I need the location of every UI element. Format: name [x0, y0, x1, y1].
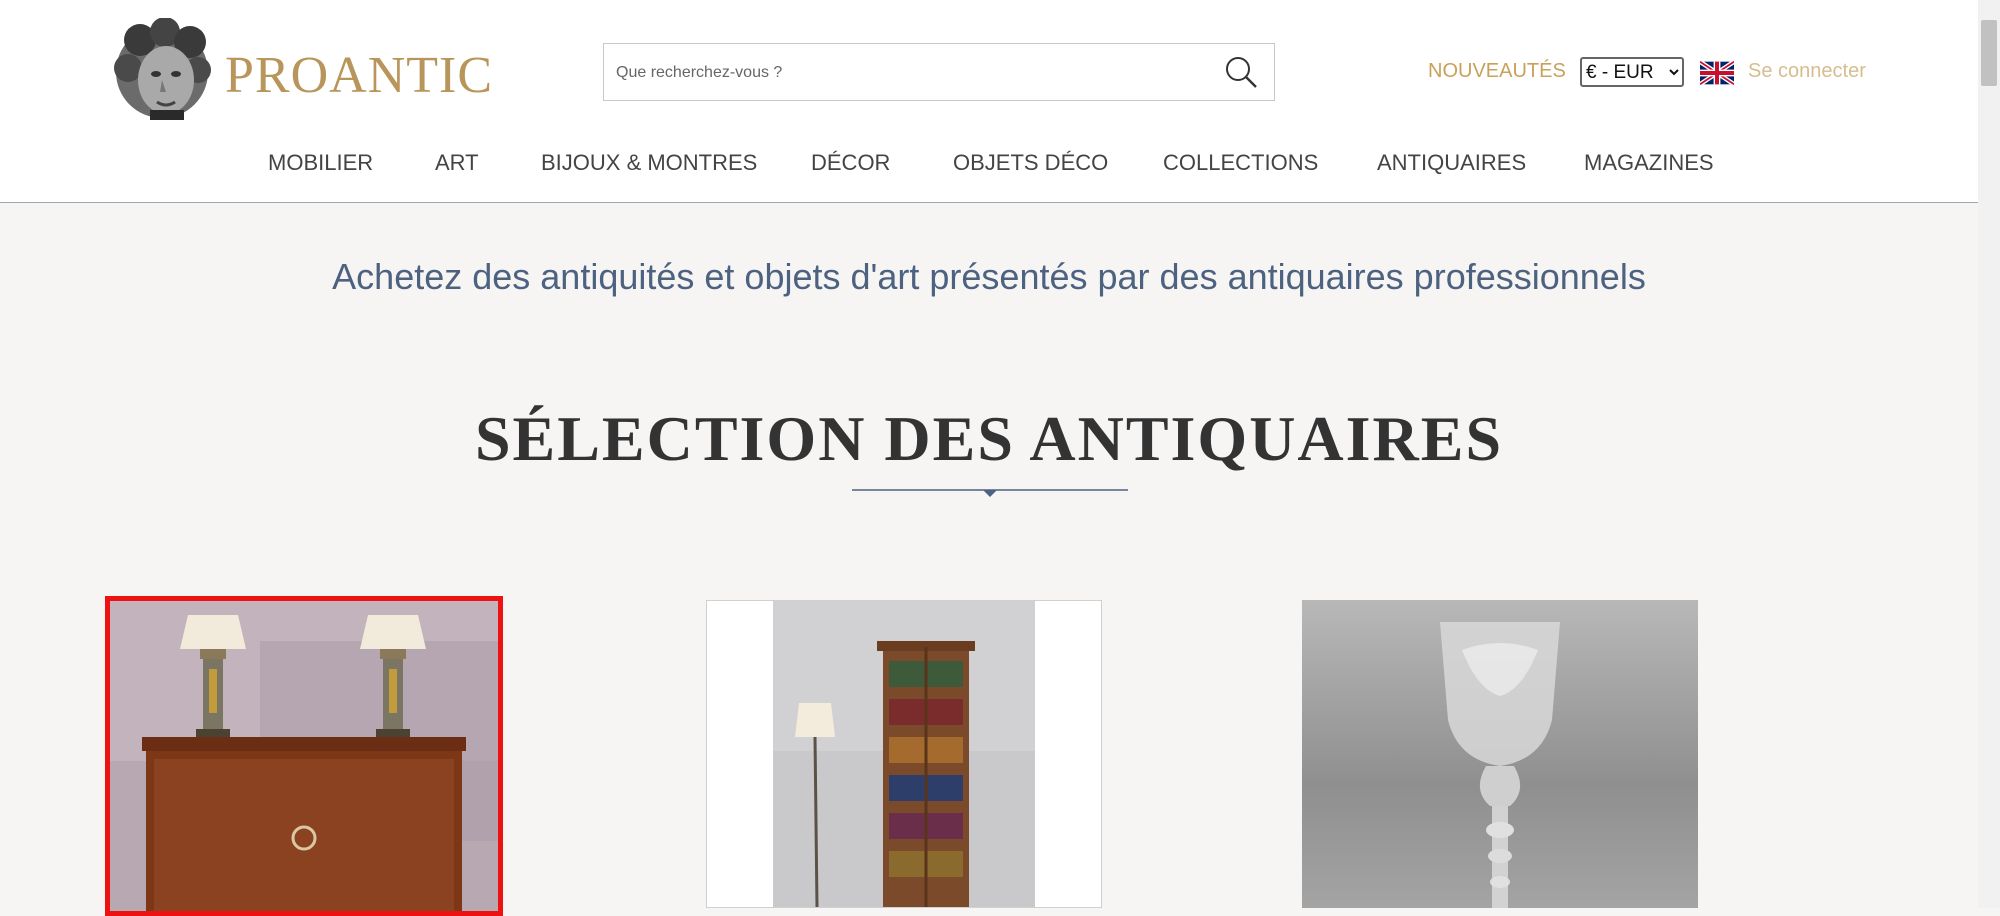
currency-select[interactable]: € - EUR [1580, 57, 1684, 87]
scrollbar-thumb[interactable] [1981, 20, 1997, 86]
commode-with-lamps-photo [110, 601, 498, 911]
title-divider [852, 489, 1128, 497]
nav-item-antiquaires[interactable]: ANTIQUAIRES [1377, 150, 1526, 176]
search-button[interactable] [1224, 55, 1258, 89]
nav-item-decor[interactable]: DÉCOR [811, 150, 890, 176]
site-header: PROANTIC NOUVEAUTÉS € - EUR Se connecter… [0, 0, 1978, 203]
nav-item-bijoux-montres[interactable]: BIJOUX & MONTRES [541, 150, 757, 176]
login-link[interactable]: Se connecter [1748, 60, 1866, 83]
brand-logo[interactable]: PROANTIC [110, 18, 492, 128]
page-scrollbar[interactable] [1978, 0, 2000, 908]
engraved-glass-goblet-photo [1302, 600, 1698, 908]
search-icon [1226, 57, 1257, 88]
cherub-head-logo-icon [114, 18, 211, 120]
search-bar [603, 43, 1275, 101]
product-card-goblet[interactable] [1302, 600, 1698, 908]
uk-flag-icon [1698, 59, 1736, 87]
product-card-commode[interactable] [105, 596, 503, 916]
revolving-bookcase-photo [707, 601, 1101, 907]
nav-item-art[interactable]: ART [435, 150, 479, 176]
nav-item-mobilier[interactable]: MOBILIER [268, 150, 373, 176]
language-switch[interactable] [1698, 59, 1736, 87]
nav-item-magazines[interactable]: MAGAZINES [1584, 150, 1714, 176]
product-card-bookcase[interactable] [706, 600, 1102, 908]
search-input[interactable] [614, 52, 1208, 94]
section-title: SÉLECTION DES ANTIQUAIRES [474, 403, 1504, 474]
main-nav: MOBILIER ART BIJOUX & MONTRES DÉCOR OBJE… [0, 150, 1978, 178]
tagline: Achetez des antiquités et objets d'art p… [332, 256, 1646, 297]
nouveautes-link[interactable]: NOUVEAUTÉS [1428, 60, 1566, 83]
nav-item-objets-deco[interactable]: OBJETS DÉCO [953, 150, 1108, 176]
nav-item-collections[interactable]: COLLECTIONS [1163, 150, 1318, 176]
brand-name: PROANTIC [225, 47, 494, 104]
